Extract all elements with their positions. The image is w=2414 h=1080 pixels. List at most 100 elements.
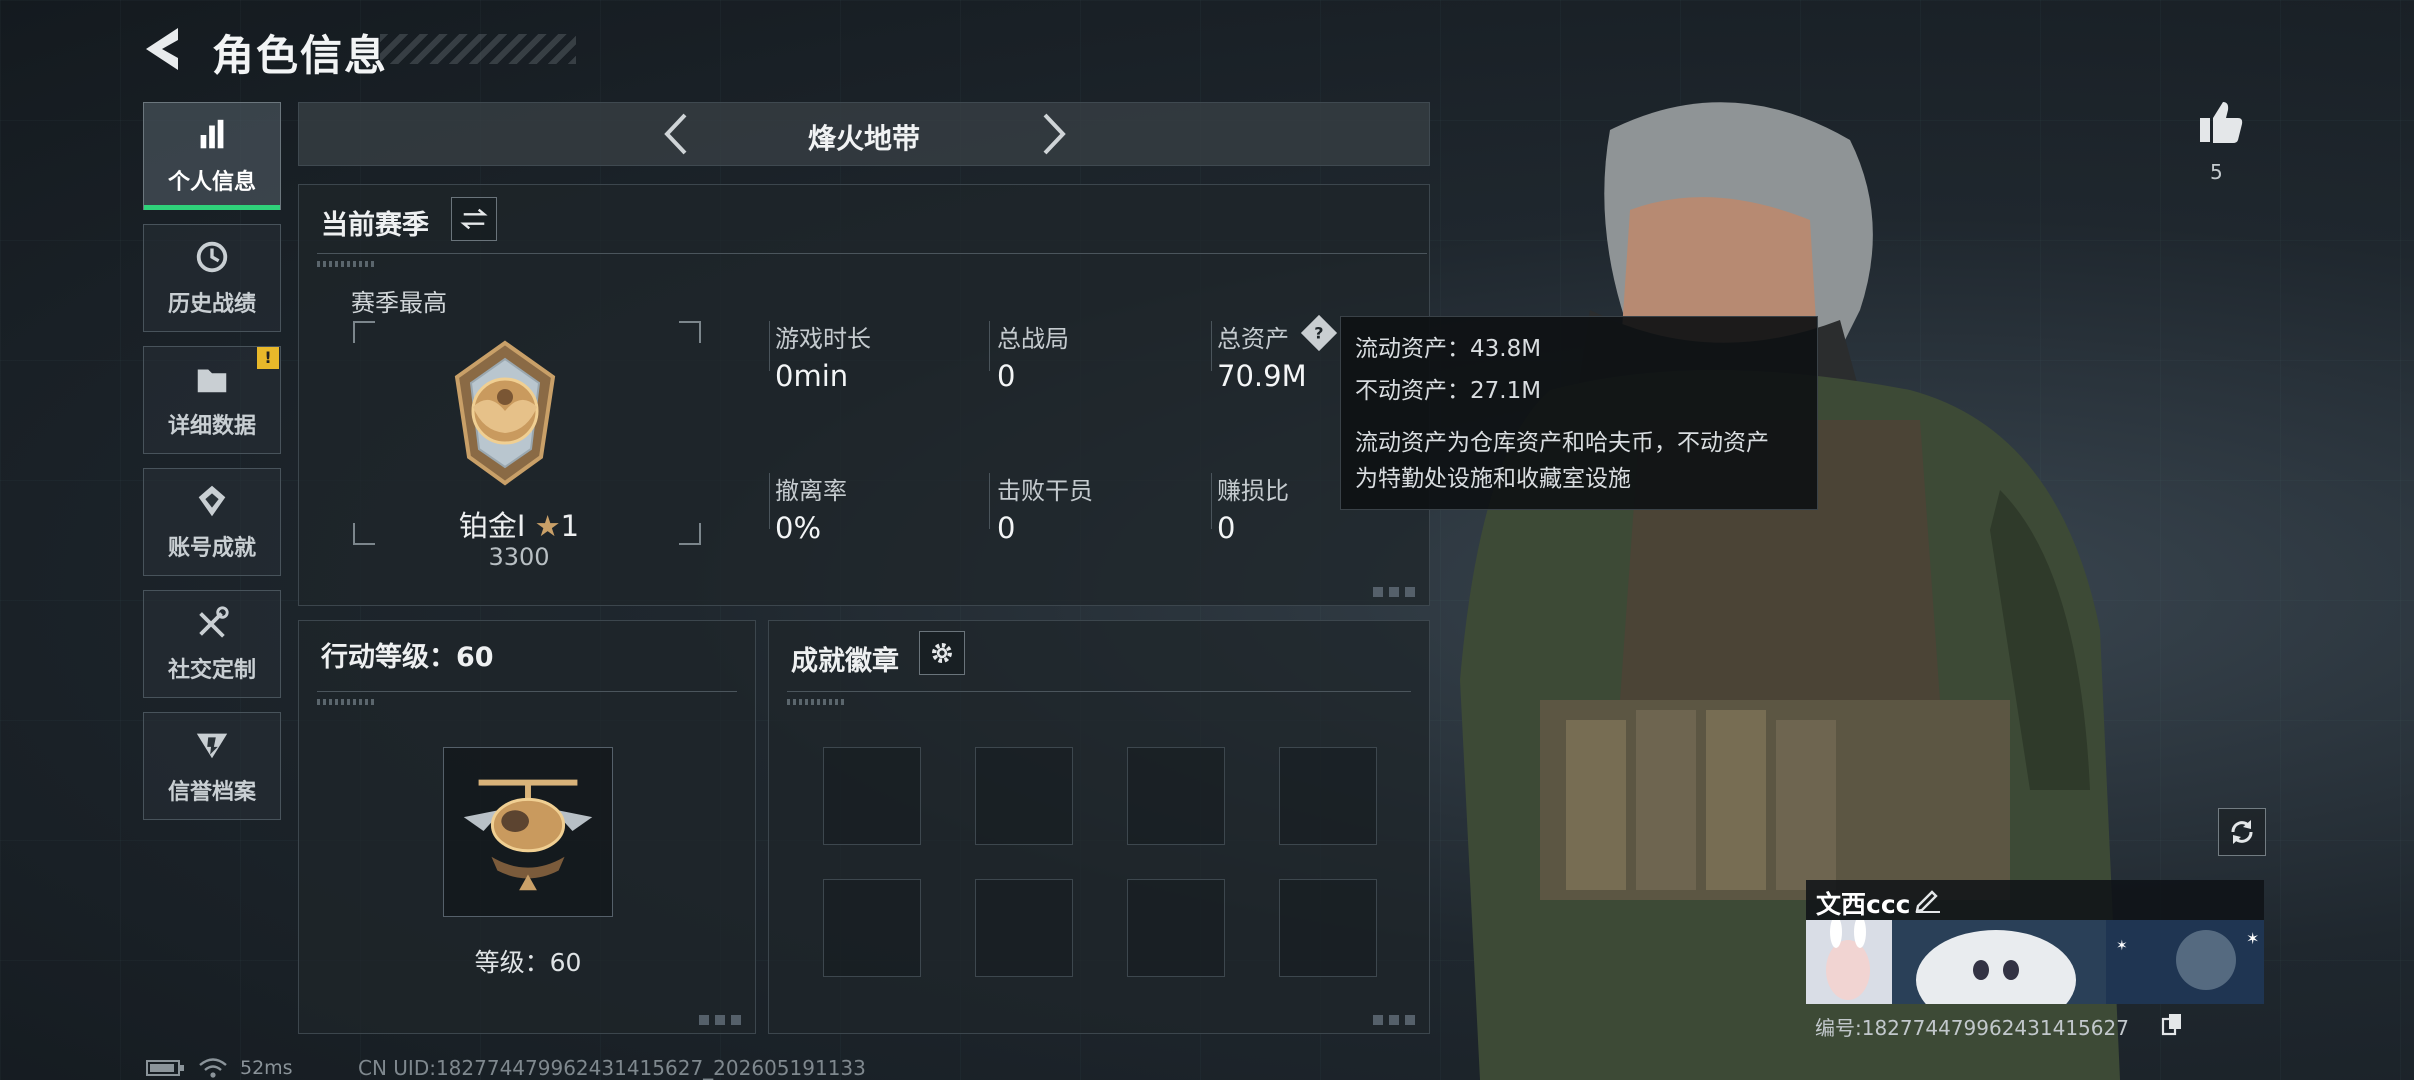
badge-slot[interactable]: [823, 879, 921, 977]
stat-label: 总战局: [997, 325, 1069, 353]
rank-name: 铂金I: [458, 509, 526, 543]
action-level-title: 行动等级：60: [321, 642, 494, 673]
season-switch-button[interactable]: [451, 197, 497, 241]
ping-value: 52ms: [240, 1057, 293, 1079]
achievement-settings-button[interactable]: [919, 631, 965, 675]
gear-icon: [932, 643, 952, 663]
divider: [787, 691, 1411, 692]
sidebar-item-achievements[interactable]: 账号成就: [143, 468, 281, 576]
action-level-panel: 行动等级：60 等级：60: [298, 620, 756, 1034]
sidebar-item-details[interactable]: ! 详细数据: [143, 346, 281, 454]
sidebar-item-credibility[interactable]: 信誉档案: [143, 712, 281, 820]
help-button[interactable]: ?: [1300, 314, 1338, 352]
panel-corner-mark: [1373, 1015, 1419, 1025]
sidebar-item-label: 个人信息: [167, 170, 256, 195]
folder-icon: [197, 369, 227, 393]
rank-line: 铂金I ★1: [299, 503, 739, 545]
stat-label: 游戏时长: [775, 325, 871, 353]
stat-divider: [769, 321, 770, 371]
player-id: 编号:18277447996243141562​7: [1815, 1016, 2129, 1040]
divider: [317, 253, 1427, 254]
rank-points: 3300: [488, 543, 550, 571]
frame-corner: [353, 321, 375, 343]
stat-divider: [769, 473, 770, 529]
wifi-icon: [199, 1058, 227, 1078]
tools-icon: [199, 606, 229, 638]
sidebar-item-label: 信誉档案: [167, 780, 256, 805]
stat-value: 0min: [775, 359, 849, 393]
stat-divider: [989, 473, 990, 529]
thumbs-up-icon: [2200, 102, 2243, 143]
stat-value: 0: [997, 359, 1016, 393]
divider-dash: [317, 261, 377, 267]
copy-icon[interactable]: [2160, 1012, 2184, 1036]
frame-corner: [679, 321, 701, 343]
sidebar-item-social[interactable]: 社交定制: [143, 590, 281, 698]
question-icon: ?: [1314, 323, 1324, 343]
season-panel: 当前赛季 赛季最高 铂金I ★1 3300 游戏时长 0min 总战局 0 总资…: [298, 184, 1430, 606]
title-decoration: [380, 34, 576, 64]
badge-slot[interactable]: [1279, 747, 1377, 845]
badge-slot[interactable]: [823, 747, 921, 845]
sidebar-item-label: 详细数据: [167, 414, 256, 439]
warning-badge: !: [257, 347, 279, 369]
star-icon: ★: [534, 509, 561, 543]
tooltip-description-line2: 为特勤处设施和收藏室设施: [1355, 466, 1631, 492]
badge-slot[interactable]: [975, 747, 1073, 845]
stat-label: 总资产: [1217, 325, 1289, 353]
stat-divider: [1211, 473, 1212, 529]
badge-slot[interactable]: [975, 879, 1073, 977]
divider-dash: [787, 699, 847, 705]
stat-label: 击败干员: [997, 477, 1093, 505]
sidebar-item-history[interactable]: 历史战绩: [143, 224, 281, 332]
svg-text:✶: ✶: [2116, 938, 2128, 954]
profile-banner[interactable]: ✶ ✶: [1806, 920, 2264, 1004]
name-plate: 文西ccc: [1806, 880, 2264, 920]
sidebar-item-profile[interactable]: 个人信息: [143, 102, 281, 210]
player-name: 文西ccc: [1816, 890, 1911, 919]
stat-value: 0: [1217, 511, 1236, 545]
stat-label: 撤离率: [775, 477, 847, 505]
stat-value: 0: [997, 511, 1016, 545]
mode-selector: 烽火地带: [298, 102, 1430, 166]
back-button[interactable]: [140, 24, 190, 74]
badge-slot[interactable]: [1279, 879, 1377, 977]
like-count: 5: [2210, 160, 2223, 184]
rotate-model-button[interactable]: [2218, 808, 2266, 856]
sidebar-item-label: 历史战绩: [167, 292, 256, 317]
battery-icon: [146, 1060, 184, 1076]
season-best-label: 赛季最高: [351, 289, 447, 317]
panel-corner-mark: [699, 1015, 745, 1025]
helicopter-emblem-icon: [463, 779, 593, 891]
achievement-title: 成就徽章: [791, 646, 899, 677]
level-text: 等级：60: [474, 948, 582, 977]
fixed-assets-text: 不动资产：27.1M: [1355, 378, 1542, 404]
edit-pencil-icon[interactable]: [1912, 884, 1942, 914]
mode-title: 烽火地带: [807, 122, 920, 155]
tooltip-description-line1: 流动资产为仓库资产和哈夫币，不动资产: [1355, 430, 1769, 456]
banner-art: ✶ ✶: [1806, 920, 2264, 1004]
rank-emblem-icon: [454, 340, 556, 486]
back-arrow-icon: [146, 28, 178, 70]
season-title: 当前赛季: [321, 210, 429, 241]
rotate-icon: [2231, 820, 2253, 844]
badge-slot[interactable]: [1127, 747, 1225, 845]
sidebar-item-label: 社交定制: [167, 658, 256, 683]
stat-divider: [1211, 321, 1212, 371]
swap-icon: [460, 208, 488, 230]
clock-history-icon: [196, 241, 228, 273]
uid-text: CN UID:18277447996243141562​7_2026051911…: [358, 1056, 866, 1080]
page-title: 角色信息: [212, 31, 389, 80]
level-emblem-frame: [443, 747, 613, 917]
bar-chart-icon: [200, 119, 224, 149]
stat-label: 赚损比: [1217, 477, 1289, 505]
achievement-panel: 成就徽章: [768, 620, 1430, 1034]
svg-text:✶: ✶: [2246, 929, 2259, 948]
panel-corner-mark: [1373, 587, 1419, 597]
stat-value: 70.9M: [1217, 359, 1307, 393]
badge-slot[interactable]: [1127, 879, 1225, 977]
divider: [317, 691, 737, 692]
chevron-right-icon[interactable]: [1029, 111, 1075, 157]
rank-stars: 1: [560, 509, 580, 543]
like-button[interactable]: [2196, 96, 2246, 150]
